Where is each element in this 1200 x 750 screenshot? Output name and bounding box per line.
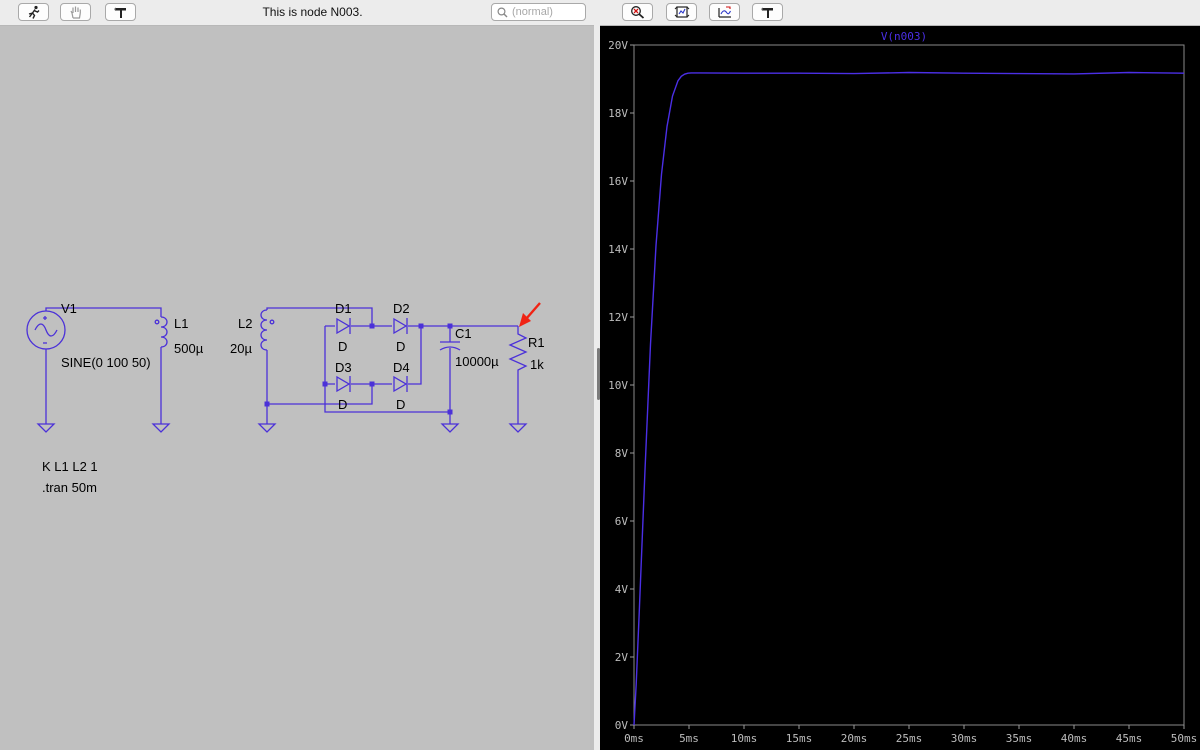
wire[interactable] <box>267 384 373 405</box>
x-tick-label: 45ms <box>1116 732 1143 745</box>
c1-name-label[interactable]: C1 <box>455 327 472 341</box>
y-tick-label: 18V <box>608 107 628 120</box>
schematic-canvas[interactable] <box>0 26 594 750</box>
y-tick-label: 6V <box>615 515 629 528</box>
waveform-plot[interactable]: 0V 2V 4V 6V 8V 10V 12V 14V 16V 18V 20V 0ms 5ms 10ms 1… <box>600 26 1200 750</box>
l2-name-label[interactable]: L2 <box>238 317 252 331</box>
autorange-icon <box>674 6 689 18</box>
y-tick-label: 12V <box>608 311 628 324</box>
r1-name-label[interactable]: R1 <box>528 336 545 350</box>
x-tick-label: 25ms <box>896 732 923 745</box>
r1-symbol[interactable] <box>508 326 528 380</box>
ground-symbol[interactable] <box>440 423 460 433</box>
ground-symbol[interactable] <box>151 423 171 433</box>
zoom-back-button[interactable] <box>709 3 740 21</box>
l2-symbol[interactable] <box>260 309 275 351</box>
hammer-icon <box>761 7 773 18</box>
trace-line <box>633 71 1185 726</box>
ground-symbol[interactable] <box>508 423 528 433</box>
d2-symbol[interactable] <box>393 317 408 335</box>
d1-value-label[interactable]: D <box>338 340 347 354</box>
status-text: This is node N003. <box>262 5 363 19</box>
run-button[interactable] <box>18 3 49 21</box>
y-tick-label: 4V <box>615 583 629 596</box>
junction-dots <box>264 323 453 415</box>
zoom-probe-icon <box>630 6 644 19</box>
spice-directive[interactable]: .tran 50m <box>42 481 97 495</box>
c1-value-label[interactable]: 10000µ <box>455 355 499 369</box>
v1-symbol[interactable] <box>26 310 66 350</box>
plot-frame <box>633 44 1185 726</box>
d4-name-label[interactable]: D4 <box>393 361 410 375</box>
y-tick-label: 2V <box>615 651 629 664</box>
ground-symbol[interactable] <box>36 423 56 433</box>
v1-name-label[interactable]: V1 <box>61 302 77 316</box>
x-tick-label: 30ms <box>951 732 978 745</box>
d2-value-label[interactable]: D <box>396 340 405 354</box>
l1-symbol[interactable] <box>154 316 168 348</box>
zoom-probe-button[interactable] <box>622 3 653 21</box>
ground-symbol[interactable] <box>257 423 277 433</box>
probe-arrow-icon <box>519 302 541 327</box>
r1-value-label[interactable]: 1k <box>530 358 544 372</box>
x-tick-label: 50ms <box>1171 732 1198 745</box>
search-input[interactable] <box>512 5 582 19</box>
zoom-back-icon <box>717 6 731 18</box>
x-tick-label: 40ms <box>1061 732 1088 745</box>
d3-value-label[interactable]: D <box>338 398 347 412</box>
d3-name-label[interactable]: D3 <box>335 361 352 375</box>
trace-label[interactable]: V(n003) <box>881 30 927 43</box>
d4-symbol[interactable] <box>393 375 408 393</box>
autorange-button[interactable] <box>666 3 697 21</box>
d2-name-label[interactable]: D2 <box>393 302 410 316</box>
y-tick-label: 0V <box>615 719 629 732</box>
v1-value-label[interactable]: SINE(0 100 50) <box>61 356 151 370</box>
y-axis: 0V 2V 4V 6V 8V 10V 12V 14V 16V 18V 20V <box>608 39 634 732</box>
x-axis: 0ms 5ms 10ms 15ms 20ms 25ms 30ms 35ms 40ms 45ms 50… <box>624 725 1197 745</box>
spice-directive[interactable]: K L1 L2 1 <box>42 460 98 474</box>
hammer-button[interactable] <box>752 3 783 21</box>
x-tick-label: 5ms <box>679 732 699 745</box>
y-tick-label: 10V <box>608 379 628 392</box>
plot-border <box>633 44 1185 726</box>
d1-name-label[interactable]: D1 <box>335 302 352 316</box>
l1-value-label[interactable]: 500µ <box>174 342 203 356</box>
l1-name-label[interactable]: L1 <box>174 317 188 331</box>
x-tick-label: 15ms <box>786 732 813 745</box>
trace-group[interactable] <box>633 71 1185 726</box>
y-tick-label: 16V <box>608 175 628 188</box>
wire[interactable] <box>266 307 373 326</box>
search-icon <box>497 7 508 18</box>
search-field[interactable] <box>491 3 586 21</box>
y-tick-label: 8V <box>615 447 629 460</box>
d3-symbol[interactable] <box>336 375 351 393</box>
hammer-icon <box>114 7 126 18</box>
y-tick-label: 20V <box>608 39 628 52</box>
d4-value-label[interactable]: D <box>396 398 405 412</box>
d1-symbol[interactable] <box>336 317 351 335</box>
schematic-toolbar: This is node N003. <box>0 0 594 26</box>
x-tick-label: 20ms <box>841 732 868 745</box>
x-tick-label: 35ms <box>1006 732 1033 745</box>
x-tick-label: 0ms <box>624 732 644 745</box>
l2-value-label[interactable]: 20µ <box>230 342 252 356</box>
y-tick-label: 14V <box>608 243 628 256</box>
run-icon <box>28 5 39 19</box>
waveform-toolbar <box>600 0 1200 26</box>
x-tick-label: 10ms <box>731 732 758 745</box>
hammer-button[interactable] <box>105 3 136 21</box>
hand-icon <box>69 6 81 19</box>
pan-button[interactable] <box>60 3 91 21</box>
wire[interactable] <box>325 326 422 385</box>
